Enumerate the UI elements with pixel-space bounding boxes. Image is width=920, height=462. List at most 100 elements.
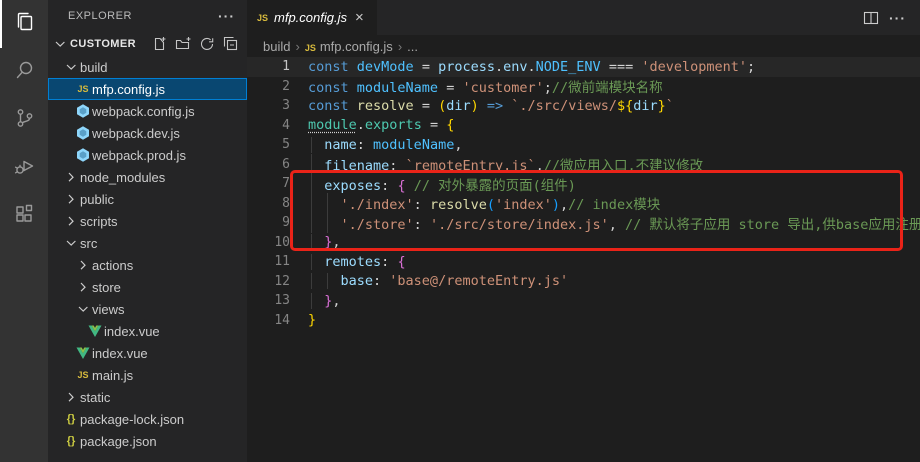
tree-item-scripts[interactable]: scripts xyxy=(48,210,247,232)
breadcrumb-label: ... xyxy=(407,39,418,54)
chevron-down-icon xyxy=(62,235,80,251)
code-text: base: 'base@/remoteEntry.js' xyxy=(308,273,568,289)
line-number: 6 xyxy=(247,157,290,172)
split-editor-icon[interactable] xyxy=(863,10,879,26)
code-line-2[interactable]: 2 const moduleName = 'customer';//微前端模块名称 xyxy=(247,77,920,97)
chevron-right-icon xyxy=(62,389,80,405)
line-number: 14 xyxy=(247,313,290,328)
tree-item-label: package-lock.json xyxy=(80,412,184,427)
explorer-title: EXPLORER xyxy=(68,10,132,22)
close-icon[interactable]: × xyxy=(355,10,364,25)
refresh-icon[interactable] xyxy=(199,36,215,52)
line-number: 8 xyxy=(247,196,290,211)
line-number: 5 xyxy=(247,137,290,152)
tree-item-label: public xyxy=(80,192,114,207)
line-number: 12 xyxy=(247,274,290,289)
tree-item-label: webpack.config.js xyxy=(92,104,195,119)
editor-actions: ··· xyxy=(377,0,920,35)
tree-item-index.vue[interactable]: index.vue xyxy=(48,320,247,342)
tree-item-public[interactable]: public xyxy=(48,188,247,210)
code-line-3[interactable]: 3const resolve = (dir) => `./src/views/$… xyxy=(247,96,920,116)
tree-item-label: static xyxy=(80,390,110,405)
code-line-5[interactable]: 5 name: moduleName, xyxy=(247,135,920,155)
line-number: 7 xyxy=(247,176,290,191)
tree-item-actions[interactable]: actions xyxy=(48,254,247,276)
activity-item-explorer[interactable] xyxy=(0,0,48,48)
tree-item-webpack.dev.js[interactable]: webpack.dev.js xyxy=(48,122,247,144)
code-text: }, xyxy=(308,234,341,250)
tree-item-node-modules[interactable]: node_modules xyxy=(48,166,247,188)
breadcrumb-item[interactable]: JS mfp.config.js xyxy=(305,39,393,54)
code-text: const moduleName = 'customer';//微前端模块名称 xyxy=(308,76,663,96)
code-line-4[interactable]: 4module.exports = { xyxy=(247,116,920,136)
tree-item-package-lock.json[interactable]: {}package-lock.json xyxy=(48,408,247,430)
tree-item-package.json[interactable]: {}package.json xyxy=(48,430,247,452)
tree-item-build[interactable]: build xyxy=(48,56,247,78)
code-line-12[interactable]: 12 base: 'base@/remoteEntry.js' xyxy=(247,272,920,292)
explorer-sidebar: EXPLORER ··· CUSTOMER buildJSmfp.config.… xyxy=(48,0,247,462)
chevron-right-icon xyxy=(62,213,80,229)
breadcrumb-label: mfp.config.js xyxy=(320,39,393,54)
code-editor[interactable]: 1const devMode = process.env.NODE_ENV ==… xyxy=(247,57,920,462)
activity-item-extensions[interactable] xyxy=(0,192,48,240)
code-line-6[interactable]: 6 filename: `remoteEntry.js`,//微应用入口,不建议… xyxy=(247,155,920,175)
code-line-13[interactable]: 13 }, xyxy=(247,291,920,311)
tree-item-label: mfp.config.js xyxy=(92,82,165,97)
section-header-customer[interactable]: CUSTOMER xyxy=(48,32,247,56)
tree-item-webpack.config.js[interactable]: webpack.config.js xyxy=(48,100,247,122)
breadcrumb-separator: › xyxy=(295,39,299,54)
tree-item-src[interactable]: src xyxy=(48,232,247,254)
chevron-down-icon xyxy=(74,301,92,317)
code-text: }, xyxy=(308,293,341,309)
tree-item-label: views xyxy=(92,302,125,317)
tree-item-static[interactable]: static xyxy=(48,386,247,408)
tree-item-label: webpack.prod.js xyxy=(92,148,186,163)
code-line-1[interactable]: 1const devMode = process.env.NODE_ENV ==… xyxy=(247,57,920,77)
tree-item-main.js[interactable]: JSmain.js xyxy=(48,364,247,386)
tree-item-label: index.vue xyxy=(92,346,148,361)
js-file-icon: JS xyxy=(305,39,316,54)
vue-file-icon xyxy=(86,323,104,339)
run-and-debug-icon xyxy=(13,154,37,183)
chevron-down-icon xyxy=(52,36,68,52)
tree-item-label: node_modules xyxy=(80,170,165,185)
tree-item-label: actions xyxy=(92,258,133,273)
code-line-10[interactable]: 10 }, xyxy=(247,233,920,253)
json-file-icon: {} xyxy=(62,411,80,427)
activity-item-run-and-debug[interactable] xyxy=(0,144,48,192)
section-label: CUSTOMER xyxy=(70,38,151,50)
breadcrumb-item[interactable]: build xyxy=(263,39,290,54)
more-actions-icon[interactable]: ··· xyxy=(218,8,235,24)
new-file-icon[interactable] xyxy=(151,36,167,52)
js-file-icon: JS xyxy=(74,367,92,383)
collapse-all-icon[interactable] xyxy=(223,36,239,52)
more-icon[interactable]: ··· xyxy=(889,10,906,26)
tree-item-mfp.config.js[interactable]: JSmfp.config.js xyxy=(48,78,247,100)
tree-item-views[interactable]: views xyxy=(48,298,247,320)
vue-file-icon xyxy=(74,345,92,361)
editor-area: JS mfp.config.js × ··· build › JS mfp.confi… xyxy=(247,0,920,462)
activity-bar xyxy=(0,0,48,462)
js-file-icon: JS xyxy=(74,81,92,97)
tree-item-label: main.js xyxy=(92,368,133,383)
new-folder-icon[interactable] xyxy=(175,36,191,52)
code-text: module.exports = { xyxy=(308,117,454,133)
tree-item-index.vue[interactable]: index.vue xyxy=(48,342,247,364)
breadcrumb: build›JSmfp.config.js›... xyxy=(247,35,920,57)
tab-mfp-config-js[interactable]: JS mfp.config.js × xyxy=(247,0,377,35)
code-line-8[interactable]: 8 './index': resolve('index'),// index模块 xyxy=(247,194,920,214)
code-text: name: moduleName, xyxy=(308,137,462,153)
tree-item-webpack.prod.js[interactable]: webpack.prod.js xyxy=(48,144,247,166)
code-line-7[interactable]: 7 exposes: { // 对外暴露的页面(组件) xyxy=(247,174,920,194)
line-number: 2 xyxy=(247,79,290,94)
code-line-9[interactable]: 9 './store': './src/store/index.js', // … xyxy=(247,213,920,233)
breadcrumb-item[interactable]: ... xyxy=(407,39,418,54)
code-line-11[interactable]: 11 remotes: { xyxy=(247,252,920,272)
code-line-14[interactable]: 14} xyxy=(247,311,920,331)
activity-item-search[interactable] xyxy=(0,48,48,96)
code-text: exposes: { // 对外暴露的页面(组件) xyxy=(308,174,576,194)
extensions-icon xyxy=(13,202,37,231)
tree-item-store[interactable]: store xyxy=(48,276,247,298)
activity-item-source-control[interactable] xyxy=(0,96,48,144)
code-text: } xyxy=(308,312,316,328)
